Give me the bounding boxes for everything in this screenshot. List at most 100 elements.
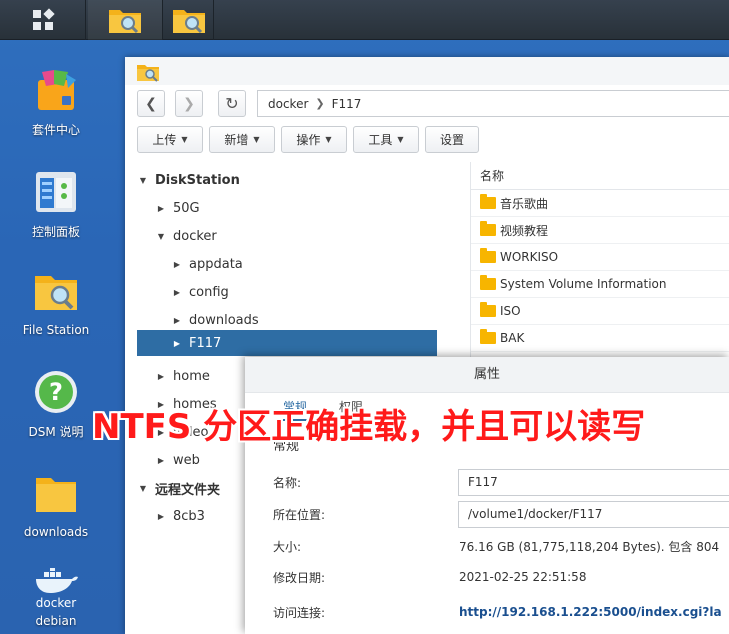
folder-icon [480, 329, 496, 344]
file-row[interactable]: System Volume Information [471, 271, 729, 298]
file-name: BAK [500, 331, 525, 345]
tree-item-home[interactable]: ▶ home [125, 363, 210, 389]
refresh-icon: ↻ [225, 94, 239, 113]
tree-item-label: 50G [173, 200, 200, 216]
tree-item-50g[interactable]: ▶ 50G [125, 195, 200, 221]
modified-value: 2021-02-25 22:51:58 [459, 570, 587, 584]
file-row[interactable]: 音乐歌曲 [471, 190, 729, 217]
settings-label: 设置 [439, 133, 464, 147]
column-header-label: 名称 [480, 169, 505, 183]
column-header-name[interactable]: 名称 [471, 162, 729, 190]
tree-item-label: docker [173, 228, 217, 244]
dialog-title[interactable]: 属性 [245, 357, 729, 393]
property-row-size: 大小: 76.16 GB (81,775,118,204 Bytes). 包含 … [245, 532, 729, 560]
property-row-modified: 修改日期: 2021-02-25 22:51:58 [245, 563, 729, 591]
desktop-icon-control-panel[interactable]: 控制面板 [0, 168, 112, 240]
path-segment[interactable]: F117 [332, 97, 362, 111]
tree-item-config[interactable]: ▶ config [125, 279, 229, 305]
caret-right-icon: ▶ [157, 371, 165, 381]
tree-item-label: web [173, 452, 200, 468]
tree-item-label: home [173, 368, 210, 384]
caret-right-icon: ▶ [157, 203, 165, 213]
tree-item-8cb3[interactable]: ▶ 8cb3 [125, 503, 205, 529]
property-label: 名称: [273, 475, 302, 490]
tree-item-label: downloads [189, 312, 259, 328]
docker-whale-icon [36, 566, 78, 593]
caret-right-icon: ▶ [157, 455, 165, 465]
file-row[interactable]: ISO [471, 298, 729, 325]
taskbar-file-station-2[interactable] [164, 0, 214, 40]
caret-down-icon: ▼ [139, 483, 147, 493]
tools-button[interactable]: 工具 ▼ [353, 126, 419, 153]
upload-label: 上传 [152, 133, 177, 147]
folder-icon [480, 248, 496, 263]
docker-logo-text: docker [35, 596, 77, 610]
tree-item-f117[interactable]: ▶ F117 [137, 330, 437, 356]
access-link[interactable]: http://192.168.1.222:5000/index.cgi?la [459, 605, 722, 619]
window-title-bar[interactable] [125, 57, 729, 85]
file-row[interactable]: WORKISO [471, 244, 729, 271]
file-station-icon [172, 10, 205, 34]
folder-icon [480, 302, 496, 317]
name-field[interactable]: F117 [458, 468, 729, 496]
file-list: 名称 音乐歌曲 视频教程 WORKISO System Volume Infor… [471, 162, 729, 352]
refresh-button[interactable]: ↻ [218, 90, 246, 117]
create-button[interactable]: 新增 ▼ [209, 126, 275, 153]
caret-down-icon: ▼ [397, 135, 404, 144]
tree-item-web[interactable]: ▶ web [125, 447, 200, 473]
tree-item-diskstation[interactable]: ▼ DiskStation [125, 167, 240, 193]
file-row[interactable]: 视频教程 [471, 217, 729, 244]
back-button[interactable]: ❮ [137, 90, 165, 117]
folder-icon [36, 478, 76, 512]
desktop-icon-debian[interactable]: docker debian [0, 566, 112, 628]
settings-button[interactable]: 设置 [425, 126, 479, 153]
path-bar[interactable]: docker ❯ F117 [257, 90, 729, 117]
property-row-name: 名称: F117 [245, 468, 729, 496]
chevron-right-icon: ❯ [183, 95, 195, 112]
desktop-icon-downloads[interactable]: downloads [0, 470, 112, 539]
tree-item-label: F117 [189, 335, 222, 351]
tree-item-label: config [189, 284, 229, 300]
forward-button[interactable]: ❯ [175, 90, 203, 117]
upload-button[interactable]: 上传 ▼ [137, 126, 203, 153]
caret-right-icon: ▶ [173, 338, 181, 348]
file-name: 视频教程 [500, 223, 549, 238]
desktop-icon-label: 控制面板 [31, 225, 80, 239]
caret-down-icon: ▼ [253, 135, 260, 144]
file-row[interactable]: BAK [471, 325, 729, 352]
property-row-link: 访问连接: http://192.168.1.222:5000/index.cg… [245, 598, 729, 626]
taskbar [0, 0, 729, 40]
location-field[interactable]: /volume1/docker/F117 [458, 500, 729, 528]
tree-item-docker[interactable]: ▼ docker [125, 223, 217, 249]
file-name: System Volume Information [500, 277, 667, 291]
caret-right-icon: ▶ [157, 511, 165, 521]
main-menu-button[interactable] [0, 0, 86, 40]
size-value: 76.16 GB (81,775,118,204 Bytes). 包含 804 [459, 539, 720, 554]
file-name: WORKISO [500, 250, 559, 264]
caret-right-icon: ▶ [173, 315, 181, 325]
tree-item-remote-folders[interactable]: ▼ 远程文件夹 [125, 475, 220, 501]
desktop-icon-package-center[interactable]: 套件中心 [0, 66, 112, 138]
path-segment[interactable]: docker [268, 97, 308, 111]
help-icon: ? [35, 371, 77, 413]
caret-right-icon: ▶ [173, 287, 181, 297]
file-name: ISO [500, 304, 521, 318]
property-row-location: 所在位置: /volume1/docker/F117 [245, 500, 729, 528]
folder-icon [480, 194, 496, 209]
property-label: 访问连接: [273, 605, 326, 620]
desktop-icon-file-station[interactable]: File Station [0, 268, 112, 337]
caret-right-icon: ▶ [173, 259, 181, 269]
navigation-bar: ❮ ❯ ↻ docker ❯ F117 [125, 90, 729, 120]
grid-menu-icon [32, 8, 55, 30]
property-label: 所在位置: [273, 507, 326, 522]
desktop-icon-label: 套件中心 [31, 123, 80, 137]
chevron-right-icon: ❯ [315, 97, 325, 110]
action-label: 操作 [296, 133, 321, 147]
desktop-icon-label: File Station [22, 323, 90, 337]
tree-item-label: appdata [189, 256, 243, 272]
package-center-icon [38, 70, 76, 110]
action-button[interactable]: 操作 ▼ [281, 126, 347, 153]
tree-item-appdata[interactable]: ▶ appdata [125, 251, 243, 277]
file-station-icon [35, 276, 77, 310]
taskbar-file-station-1[interactable] [88, 0, 163, 40]
